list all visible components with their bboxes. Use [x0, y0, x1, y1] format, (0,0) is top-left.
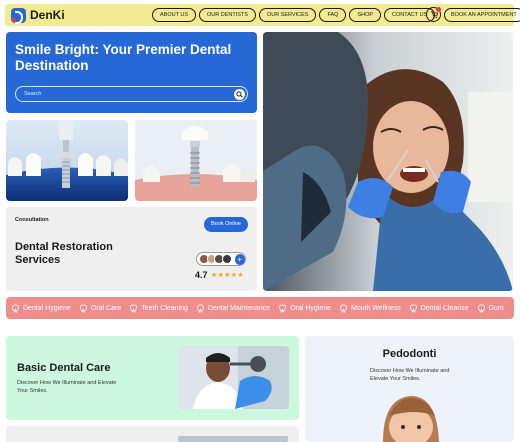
tooth-icon [279, 303, 287, 313]
basic-care-title: Basic Dental Care [17, 362, 111, 374]
consultation-label: Consultation [15, 217, 49, 223]
logo-icon [11, 7, 26, 24]
marquee-item: Oral Hygiene [278, 303, 332, 313]
pedodonti-title: Pedodonti [382, 348, 437, 360]
marquee-item-label: Dental Hygiene [23, 304, 71, 312]
tooth-icon [130, 303, 138, 313]
marquee-item: Gum [477, 303, 504, 313]
next-card-peek [6, 426, 299, 442]
card-title: Dental Restoration Services [15, 241, 113, 266]
nav-shop[interactable]: SHOP [349, 8, 382, 22]
tooth-icon [409, 303, 417, 313]
marquee-item-label: Teeth Cleaning [141, 304, 188, 312]
tooth-icon [12, 303, 19, 313]
tooth-icon [340, 303, 347, 313]
consultation-card: Consultation Book Online Dental Restorat… [6, 207, 257, 291]
rating-value: 4.7 [195, 270, 208, 280]
tooth-icon [79, 303, 87, 313]
marquee-item: Dental Cleanse [409, 303, 469, 313]
marquee-item: Oral Care [79, 303, 122, 313]
nav-about-us[interactable]: ABOUT US [152, 8, 197, 22]
marquee-item-label: Oral Care [90, 304, 122, 312]
marquee-item-label: Dental Cleanse [420, 304, 469, 312]
basic-care-description: Discover How We Illuminate and Elevate Y… [17, 380, 117, 394]
basic-care-photo [178, 346, 289, 409]
nav-faq[interactable]: FAQ [319, 8, 347, 22]
child-photo [383, 396, 439, 442]
marquee-item-label: Gum [488, 304, 504, 312]
logo[interactable]: DenKi [11, 7, 65, 24]
hero-title: Smile Bright: Your Premier Dental Destin… [15, 42, 232, 73]
more-avatars-badge[interactable]: + [234, 253, 245, 265]
search-icon [236, 91, 243, 98]
pedodonti-description: Discover How We Illuminate and Elevate Y… [370, 368, 450, 382]
implant-image-2 [135, 120, 257, 201]
avatar [221, 254, 232, 264]
search-placeholder: Search [24, 91, 42, 97]
book-online-button[interactable]: Book Online [204, 217, 248, 232]
marquee-item: Dental Maintenance [196, 303, 271, 313]
page: DenKi ABOUT US OUR DENTISTS OUR SERVICES… [0, 0, 520, 442]
marquee-item: Teeth Cleaning [129, 303, 188, 313]
book-appointment-button[interactable]: BOOK AN APPOINTMENT [444, 8, 520, 22]
search-button[interactable] [234, 89, 245, 100]
pedodonti-card[interactable]: Pedodonti Discover How We Illuminate and… [305, 336, 514, 442]
marquee-item: Dental Hygiene [11, 303, 71, 313]
dentist-patient-photo [263, 32, 513, 291]
services-marquee: Dental Hygiene Oral Care Teeth Cleaning Den… [6, 297, 514, 319]
tooth-icon [197, 303, 204, 313]
rating-stars: ★★★★★ [211, 272, 244, 279]
tooth-icon [477, 303, 485, 313]
brand-name: DenKi [30, 8, 65, 22]
main-nav: ABOUT US OUR DENTISTS OUR SERVICES FAQ S… [152, 8, 436, 22]
cart-button[interactable] [426, 7, 441, 22]
cart-badge [436, 7, 441, 12]
marquee-item-label: Dental Maintenance [207, 304, 271, 312]
search-input[interactable]: Search [15, 86, 248, 102]
marquee-item-label: Oral Hygiene [290, 304, 332, 312]
marquee-track: Dental Hygiene Oral Care Teeth Cleaning Den… [6, 303, 512, 313]
patient-avatars: + [196, 252, 246, 266]
nav-our-services[interactable]: OUR SERVICES [258, 8, 317, 22]
marquee-item: Mouth Wellness [339, 303, 401, 313]
header-bar: DenKi ABOUT US OUR DENTISTS OUR SERVICES… [5, 4, 520, 26]
implant-image-1 [6, 120, 128, 201]
marquee-item-label: Mouth Wellness [351, 304, 401, 312]
hero-panel: Smile Bright: Your Premier Dental Destin… [6, 32, 257, 113]
nav-our-dentists[interactable]: OUR DENTISTS [199, 8, 256, 22]
